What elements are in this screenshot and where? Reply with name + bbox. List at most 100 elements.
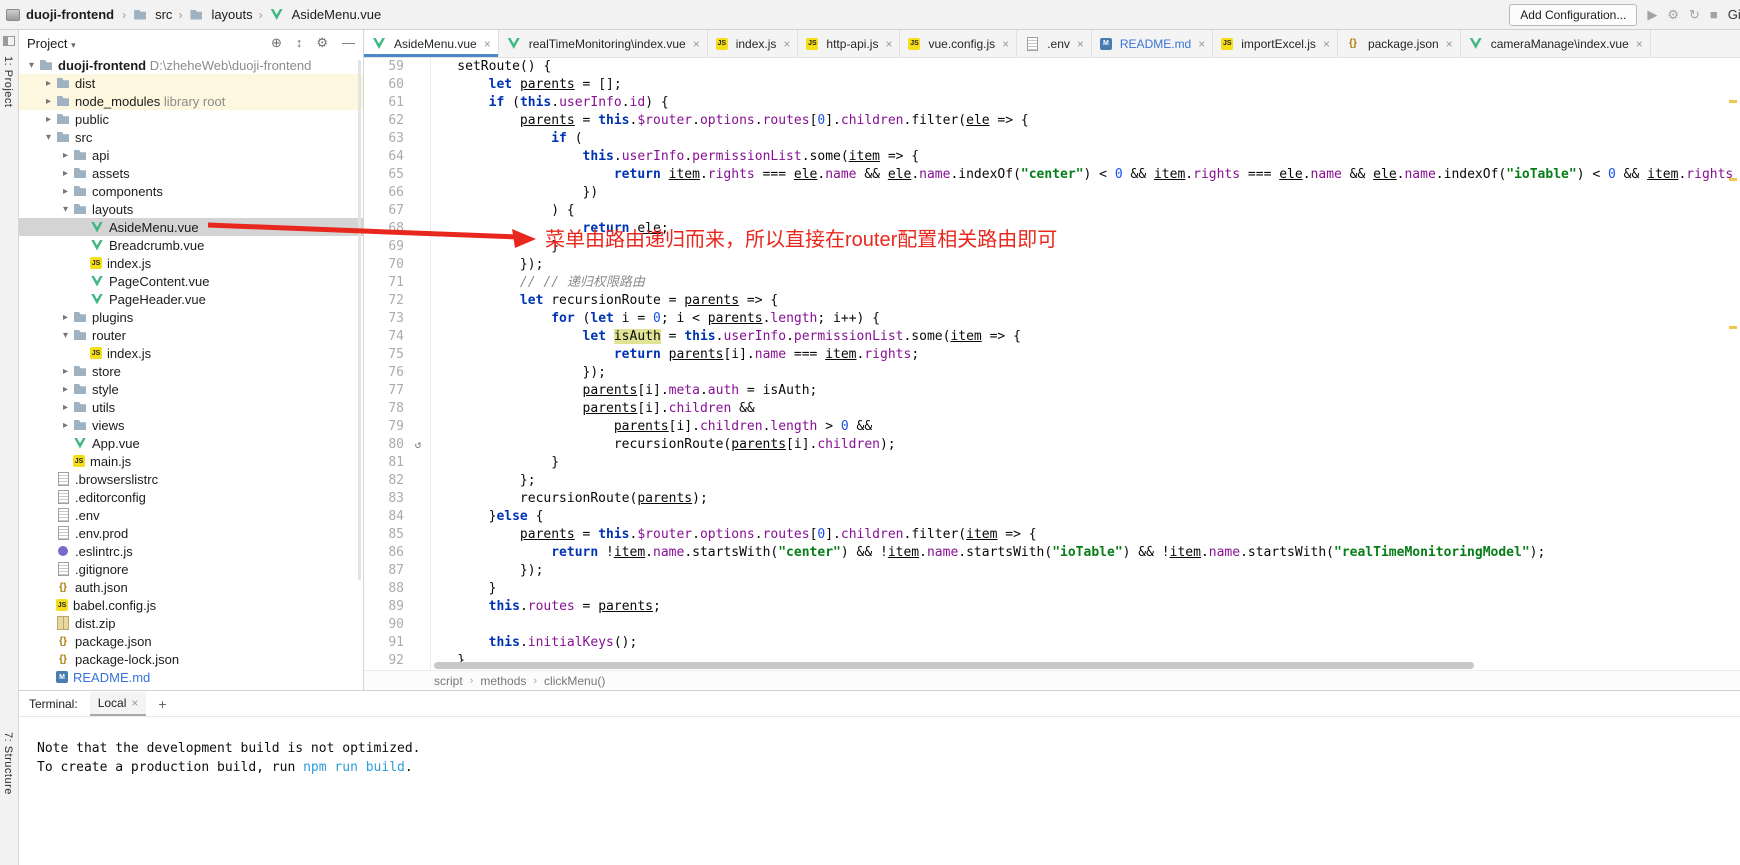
chevron-right-icon[interactable]: ▸ — [59, 168, 72, 179]
tree-item[interactable]: {}package-lock.json — [19, 650, 363, 668]
git-widget[interactable]: Git: — [1728, 7, 1740, 22]
chevron-down-icon[interactable]: ▾ — [59, 330, 72, 341]
tree-item[interactable]: ▸dist — [19, 74, 363, 92]
add-configuration-button[interactable]: Add Configuration... — [1509, 4, 1637, 26]
tree-item[interactable]: ▸utils — [19, 398, 363, 416]
locate-icon[interactable]: ⊕ — [271, 35, 282, 51]
run-icon[interactable]: ▶ — [1647, 7, 1657, 23]
editor-tab[interactable]: AsideMenu.vue× — [364, 30, 499, 57]
project-view-dropdown[interactable]: Project ▾ — [27, 36, 76, 51]
hide-panel-icon[interactable]: — — [342, 35, 355, 51]
editor-tab[interactable]: cameraManage\index.vue× — [1461, 30, 1651, 57]
horizontal-scrollbar[interactable] — [434, 662, 1474, 669]
close-icon[interactable]: × — [1198, 37, 1205, 51]
error-stripe-mark[interactable] — [1729, 178, 1737, 181]
tree-item[interactable]: ▾src — [19, 128, 363, 146]
tree-item[interactable]: ▾layouts — [19, 200, 363, 218]
close-icon[interactable]: × — [1077, 37, 1084, 51]
chevron-right-icon[interactable]: ▸ — [42, 96, 55, 107]
project-name[interactable]: duoji-frontend — [26, 7, 114, 22]
tree-item[interactable]: ▸components — [19, 182, 363, 200]
chevron-down-icon[interactable]: ▾ — [25, 60, 38, 71]
tree-item[interactable]: ▸plugins — [19, 308, 363, 326]
chevron-right-icon[interactable]: ▸ — [59, 186, 72, 197]
chevron-right-icon[interactable]: ▸ — [59, 150, 72, 161]
chevron-right-icon[interactable]: ▸ — [59, 366, 72, 377]
tree-item[interactable]: JSindex.js — [19, 254, 363, 272]
editor-tab[interactable]: JShttp-api.js× — [798, 30, 900, 57]
close-icon[interactable]: × — [783, 37, 790, 51]
project-tree[interactable]: ▾duoji-frontend D:\zheheWeb\duoji-fronte… — [19, 56, 363, 690]
tree-item[interactable]: MREADME.md — [19, 668, 363, 686]
editor-tab[interactable]: realTimeMonitoring\index.vue× — [499, 30, 708, 57]
tree-item[interactable]: {}package.json — [19, 632, 363, 650]
tree-item[interactable]: ▸style — [19, 380, 363, 398]
close-icon[interactable]: × — [131, 696, 138, 710]
tree-item[interactable]: ▸public — [19, 110, 363, 128]
close-icon[interactable]: × — [1446, 37, 1453, 51]
tree-item[interactable]: .editorconfig — [19, 488, 363, 506]
tree-item[interactable]: ▸api — [19, 146, 363, 164]
refresh-icon[interactable]: ↻ — [1689, 7, 1700, 23]
close-icon[interactable]: × — [1323, 37, 1330, 51]
tree-item[interactable]: PageContent.vue — [19, 272, 363, 290]
error-stripe-mark[interactable] — [1729, 326, 1737, 329]
breadcrumb-item[interactable]: clickMenu() — [544, 674, 605, 688]
tree-item[interactable]: ▾router — [19, 326, 363, 344]
close-icon[interactable]: × — [484, 37, 491, 51]
tree-item[interactable]: ▸node_modules library root — [19, 92, 363, 110]
settings-icon[interactable]: ⚙ — [1667, 7, 1679, 23]
new-terminal-icon[interactable]: + — [158, 696, 166, 712]
collapse-icon[interactable]: ↕ — [296, 35, 303, 51]
tree-item[interactable]: ▸assets — [19, 164, 363, 182]
chevron-right-icon[interactable]: ▸ — [42, 114, 55, 125]
tree-item[interactable]: .gitignore — [19, 560, 363, 578]
toolwindow-structure-button[interactable]: 7: Structure — [2, 732, 14, 795]
terminal-tab-local[interactable]: Local × — [90, 692, 147, 716]
editor-tab[interactable]: JSimportExcel.js× — [1213, 30, 1338, 57]
chevron-right-icon[interactable]: ▸ — [59, 402, 72, 413]
tree-item[interactable]: JSindex.js — [19, 344, 363, 362]
chevron-right-icon[interactable]: ▸ — [42, 78, 55, 89]
breadcrumb-item[interactable]: script — [434, 674, 463, 688]
tree-item[interactable]: AsideMenu.vue — [19, 218, 363, 236]
breadcrumb-item[interactable]: src — [132, 7, 172, 22]
gear-icon[interactable]: ⚙ — [316, 35, 328, 51]
close-icon[interactable]: × — [1002, 37, 1009, 51]
tree-item[interactable]: .env — [19, 506, 363, 524]
stripe-toggle-icon[interactable] — [3, 36, 15, 46]
tree-item[interactable]: JSmain.js — [19, 452, 363, 470]
tree-item[interactable]: App.vue — [19, 434, 363, 452]
editor-tab[interactable]: {}package.json× — [1338, 30, 1461, 57]
tree-item[interactable]: .env.prod — [19, 524, 363, 542]
editor-tab[interactable]: .env× — [1017, 30, 1092, 57]
error-stripe-mark[interactable] — [1729, 100, 1737, 103]
tree-item[interactable]: PageHeader.vue — [19, 290, 363, 308]
breadcrumb-item[interactable]: methods — [480, 674, 526, 688]
tree-item[interactable]: dist.zip — [19, 614, 363, 632]
recursive-call-icon[interactable]: ↺ — [410, 436, 426, 454]
chevron-right-icon[interactable]: ▸ — [59, 312, 72, 323]
tree-item[interactable]: ▸store — [19, 362, 363, 380]
code-area[interactable]: 59 setRoute() {60 let parents = [];61 if… — [364, 58, 1740, 670]
editor-tab[interactable]: MREADME.md× — [1092, 30, 1213, 57]
toolwindow-project-button[interactable]: 1: Project — [2, 56, 14, 107]
tree-item[interactable]: Breadcrumb.vue — [19, 236, 363, 254]
chevron-down-icon[interactable]: ▾ — [42, 132, 55, 143]
tree-item[interactable]: ▾duoji-frontend D:\zheheWeb\duoji-fronte… — [19, 56, 363, 74]
tree-item[interactable]: .eslintrc.js — [19, 542, 363, 560]
terminal-output[interactable]: Note that the development build is not o… — [19, 717, 1740, 865]
tree-item[interactable]: ▸views — [19, 416, 363, 434]
close-icon[interactable]: × — [1636, 37, 1643, 51]
tree-item[interactable]: {}auth.json — [19, 578, 363, 596]
tree-item[interactable]: .browserslistrc — [19, 470, 363, 488]
tree-item[interactable]: JSbabel.config.js — [19, 596, 363, 614]
breadcrumb-item[interactable]: layouts — [188, 7, 252, 22]
editor-tab[interactable]: JSvue.config.js× — [900, 30, 1017, 57]
breadcrumb-item[interactable]: AsideMenu.vue — [269, 7, 382, 22]
chevron-down-icon[interactable]: ▾ — [59, 204, 72, 215]
close-icon[interactable]: × — [693, 37, 700, 51]
chevron-right-icon[interactable]: ▸ — [59, 420, 72, 431]
close-icon[interactable]: × — [885, 37, 892, 51]
chevron-right-icon[interactable]: ▸ — [59, 384, 72, 395]
